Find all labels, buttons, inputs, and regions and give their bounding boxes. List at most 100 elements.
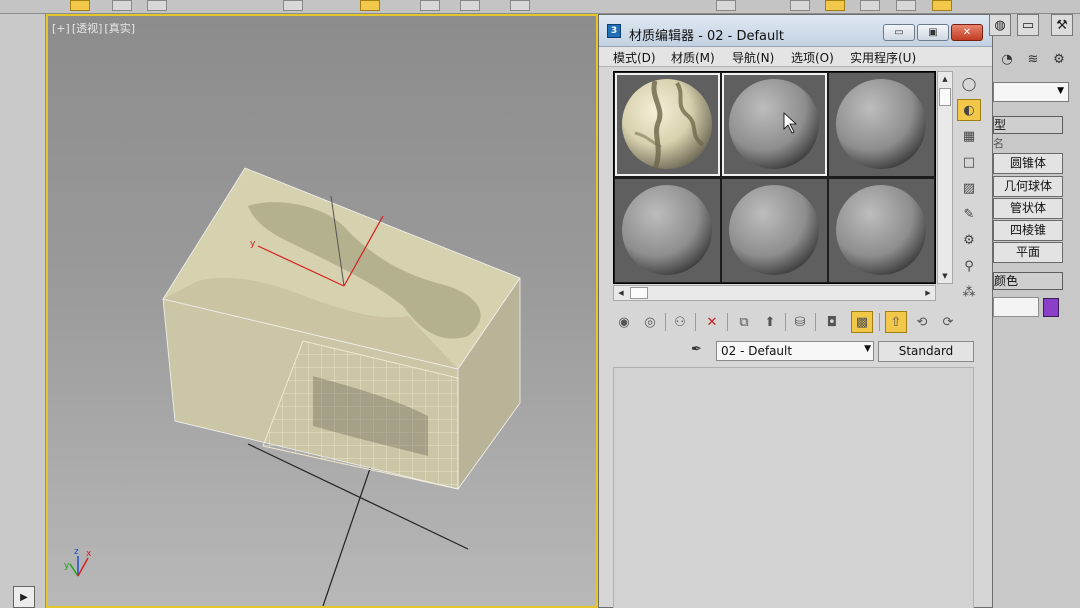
- scroll-left-icon[interactable]: ◀: [614, 286, 628, 300]
- display-tab-icon[interactable]: ▭: [1017, 14, 1039, 36]
- menu-navigation[interactable]: 导航(N): [732, 49, 774, 66]
- left-strip: ▶: [0, 14, 46, 608]
- go-forward-icon[interactable]: ⟳: [937, 311, 959, 333]
- sample-side-toolbar: ◯ ◐ ▦ □ ▨ ✎ ⚙ ⚲ ⁂: [957, 71, 983, 301]
- chevron-down-icon[interactable]: ▼: [864, 344, 871, 354]
- main-toolbar: [0, 0, 1080, 14]
- shapes-icon[interactable]: ◔: [997, 52, 1017, 72]
- tube-button[interactable]: 管状体: [993, 198, 1063, 219]
- render-button[interactable]: [932, 0, 952, 11]
- play-icon[interactable]: ▶: [13, 586, 35, 608]
- window-title: 材质编辑器 - 02 - Default: [629, 29, 784, 44]
- material-editor-title-bar[interactable]: 3 材质编辑器 - 02 - Default ▭ ▣ ✕: [599, 15, 992, 47]
- select-region-button[interactable]: [70, 0, 90, 11]
- select-by-material-icon[interactable]: ⚲: [957, 255, 981, 277]
- render-frame-button[interactable]: [896, 0, 916, 11]
- get-material-icon[interactable]: ◉: [613, 311, 635, 333]
- material-name-field[interactable]: 02 - Default ▼: [716, 341, 874, 361]
- gizmo-y-label: y: [250, 239, 256, 249]
- move-button[interactable]: [283, 0, 303, 11]
- schematic-button[interactable]: [790, 0, 810, 11]
- layer-button[interactable]: [510, 0, 530, 11]
- curve-editor-button[interactable]: [716, 0, 736, 11]
- rotate-button[interactable]: [147, 0, 167, 11]
- geosphere-button[interactable]: 几何球体: [993, 176, 1063, 197]
- go-to-parent-icon[interactable]: ⟲: [911, 311, 933, 333]
- menu-mode[interactable]: 模式(D): [613, 49, 656, 66]
- material-type-button[interactable]: Standard: [878, 341, 974, 362]
- sample-slot-6[interactable]: [829, 179, 934, 282]
- minimize-button[interactable]: ▭: [883, 24, 915, 41]
- material-id-icon[interactable]: ◘: [821, 311, 843, 333]
- material-editor-toolbar: ◉ ◎ ⚇ ✕ ⧉ ⬆ ⛁ ◘ ▩ ⇧ ⟲ ⟳: [609, 311, 984, 335]
- show-end-result-icon[interactable]: ⇧: [885, 311, 907, 333]
- object-type-dropdown[interactable]: ▼: [993, 82, 1069, 102]
- put-to-scene-icon[interactable]: ◎: [639, 311, 661, 333]
- cone-button[interactable]: 圆锥体: [993, 153, 1063, 174]
- scroll-right-icon[interactable]: ▶: [921, 286, 935, 300]
- background-icon[interactable]: ▦: [957, 125, 981, 147]
- object-name-input[interactable]: [993, 297, 1039, 317]
- make-preview-icon[interactable]: ✎: [957, 203, 981, 225]
- slots-vertical-scrollbar[interactable]: ▲ ▼: [937, 71, 953, 284]
- uv-tiling-icon[interactable]: □: [957, 151, 981, 173]
- snap-toggle-button[interactable]: [360, 0, 380, 11]
- tripod-x-label: x: [86, 549, 92, 559]
- video-color-check-icon[interactable]: ▨: [957, 177, 981, 199]
- assign-to-selection-icon[interactable]: ⚇: [669, 311, 691, 333]
- scroll-up-icon[interactable]: ▲: [938, 72, 952, 86]
- pyramid-button[interactable]: 四棱锥: [993, 220, 1063, 241]
- tripod-y-label: y: [64, 561, 70, 571]
- eyedropper-icon[interactable]: ✒: [691, 342, 709, 360]
- material-editor-menubar: 模式(D) 材质(M) 导航(N) 选项(O) 实用程序(U): [599, 47, 992, 67]
- slots-horizontal-scrollbar[interactable]: ◀ ▶: [613, 285, 936, 301]
- chevron-down-icon[interactable]: ▼: [1057, 86, 1064, 96]
- menu-utilities[interactable]: 实用程序(U): [850, 49, 916, 66]
- make-unique-icon[interactable]: ⬆: [759, 311, 781, 333]
- plane-button[interactable]: 平面: [993, 242, 1063, 263]
- scene-canvas: y x y z: [64, 167, 521, 606]
- object-color-swatch[interactable]: [1043, 298, 1059, 317]
- scroll-down-icon[interactable]: ▼: [938, 269, 952, 283]
- mirror-button[interactable]: [420, 0, 440, 11]
- sample-slot-3[interactable]: [829, 73, 934, 176]
- perspective-viewport[interactable]: [+] [透视] [真实] y x y z: [46, 14, 598, 608]
- maximize-button[interactable]: ▣: [917, 24, 949, 41]
- copy-material-icon[interactable]: ⧉: [733, 311, 755, 333]
- delete-icon[interactable]: ✕: [701, 311, 723, 333]
- menu-options[interactable]: 选项(O): [791, 49, 834, 66]
- material-editor-button[interactable]: [825, 0, 845, 11]
- show-map-icon[interactable]: ▩: [851, 311, 873, 333]
- sample-slot-1[interactable]: [615, 73, 720, 176]
- sample-type-icon[interactable]: ◯: [957, 73, 981, 95]
- tripod-z-label: z: [74, 547, 79, 557]
- align-button[interactable]: [460, 0, 480, 11]
- parameters-panel: [613, 367, 974, 608]
- tripod-y-axis: [69, 563, 79, 577]
- sample-slot-4[interactable]: [615, 179, 720, 282]
- options-icon[interactable]: ⚙: [957, 229, 981, 251]
- utilities-tab-icon[interactable]: ⚒: [1051, 14, 1073, 36]
- scroll-thumb[interactable]: [630, 287, 648, 299]
- sample-slot-5[interactable]: [722, 179, 827, 282]
- put-to-library-icon[interactable]: ⛁: [789, 311, 811, 333]
- sample-slot-2[interactable]: [722, 73, 827, 176]
- backlight-icon[interactable]: ◐: [957, 99, 981, 121]
- create-tab-icon[interactable]: ◍: [989, 14, 1011, 36]
- scroll-thumb[interactable]: [939, 88, 951, 106]
- object-type-section[interactable]: 型: [993, 116, 1063, 134]
- name-color-section[interactable]: 颜色: [993, 272, 1063, 290]
- command-panel: ◍ ▭ ⚒ ◔ ≋ ⚙ ▼ 型 名 圆锥体 几何球体 管状体 四棱锥 平面 颜色: [989, 14, 1080, 608]
- select-button[interactable]: [112, 0, 132, 11]
- sample-slots-grid: [613, 71, 936, 284]
- material-name-value: 02 - Default: [721, 344, 793, 358]
- spacewarps-icon[interactable]: ≋: [1023, 52, 1043, 72]
- menu-material[interactable]: 材质(M): [671, 49, 715, 66]
- systems-icon[interactable]: ⚙: [1049, 52, 1069, 72]
- auto-grid-label: 名: [993, 137, 1004, 150]
- material-editor-window: 3 材质编辑器 - 02 - Default ▭ ▣ ✕ 模式(D) 材质(M)…: [598, 14, 993, 608]
- render-setup-button[interactable]: [860, 0, 880, 11]
- material-navigator-icon[interactable]: ⁂: [957, 281, 981, 303]
- close-button[interactable]: ✕: [951, 24, 983, 41]
- app-logo-icon: 3: [607, 24, 621, 38]
